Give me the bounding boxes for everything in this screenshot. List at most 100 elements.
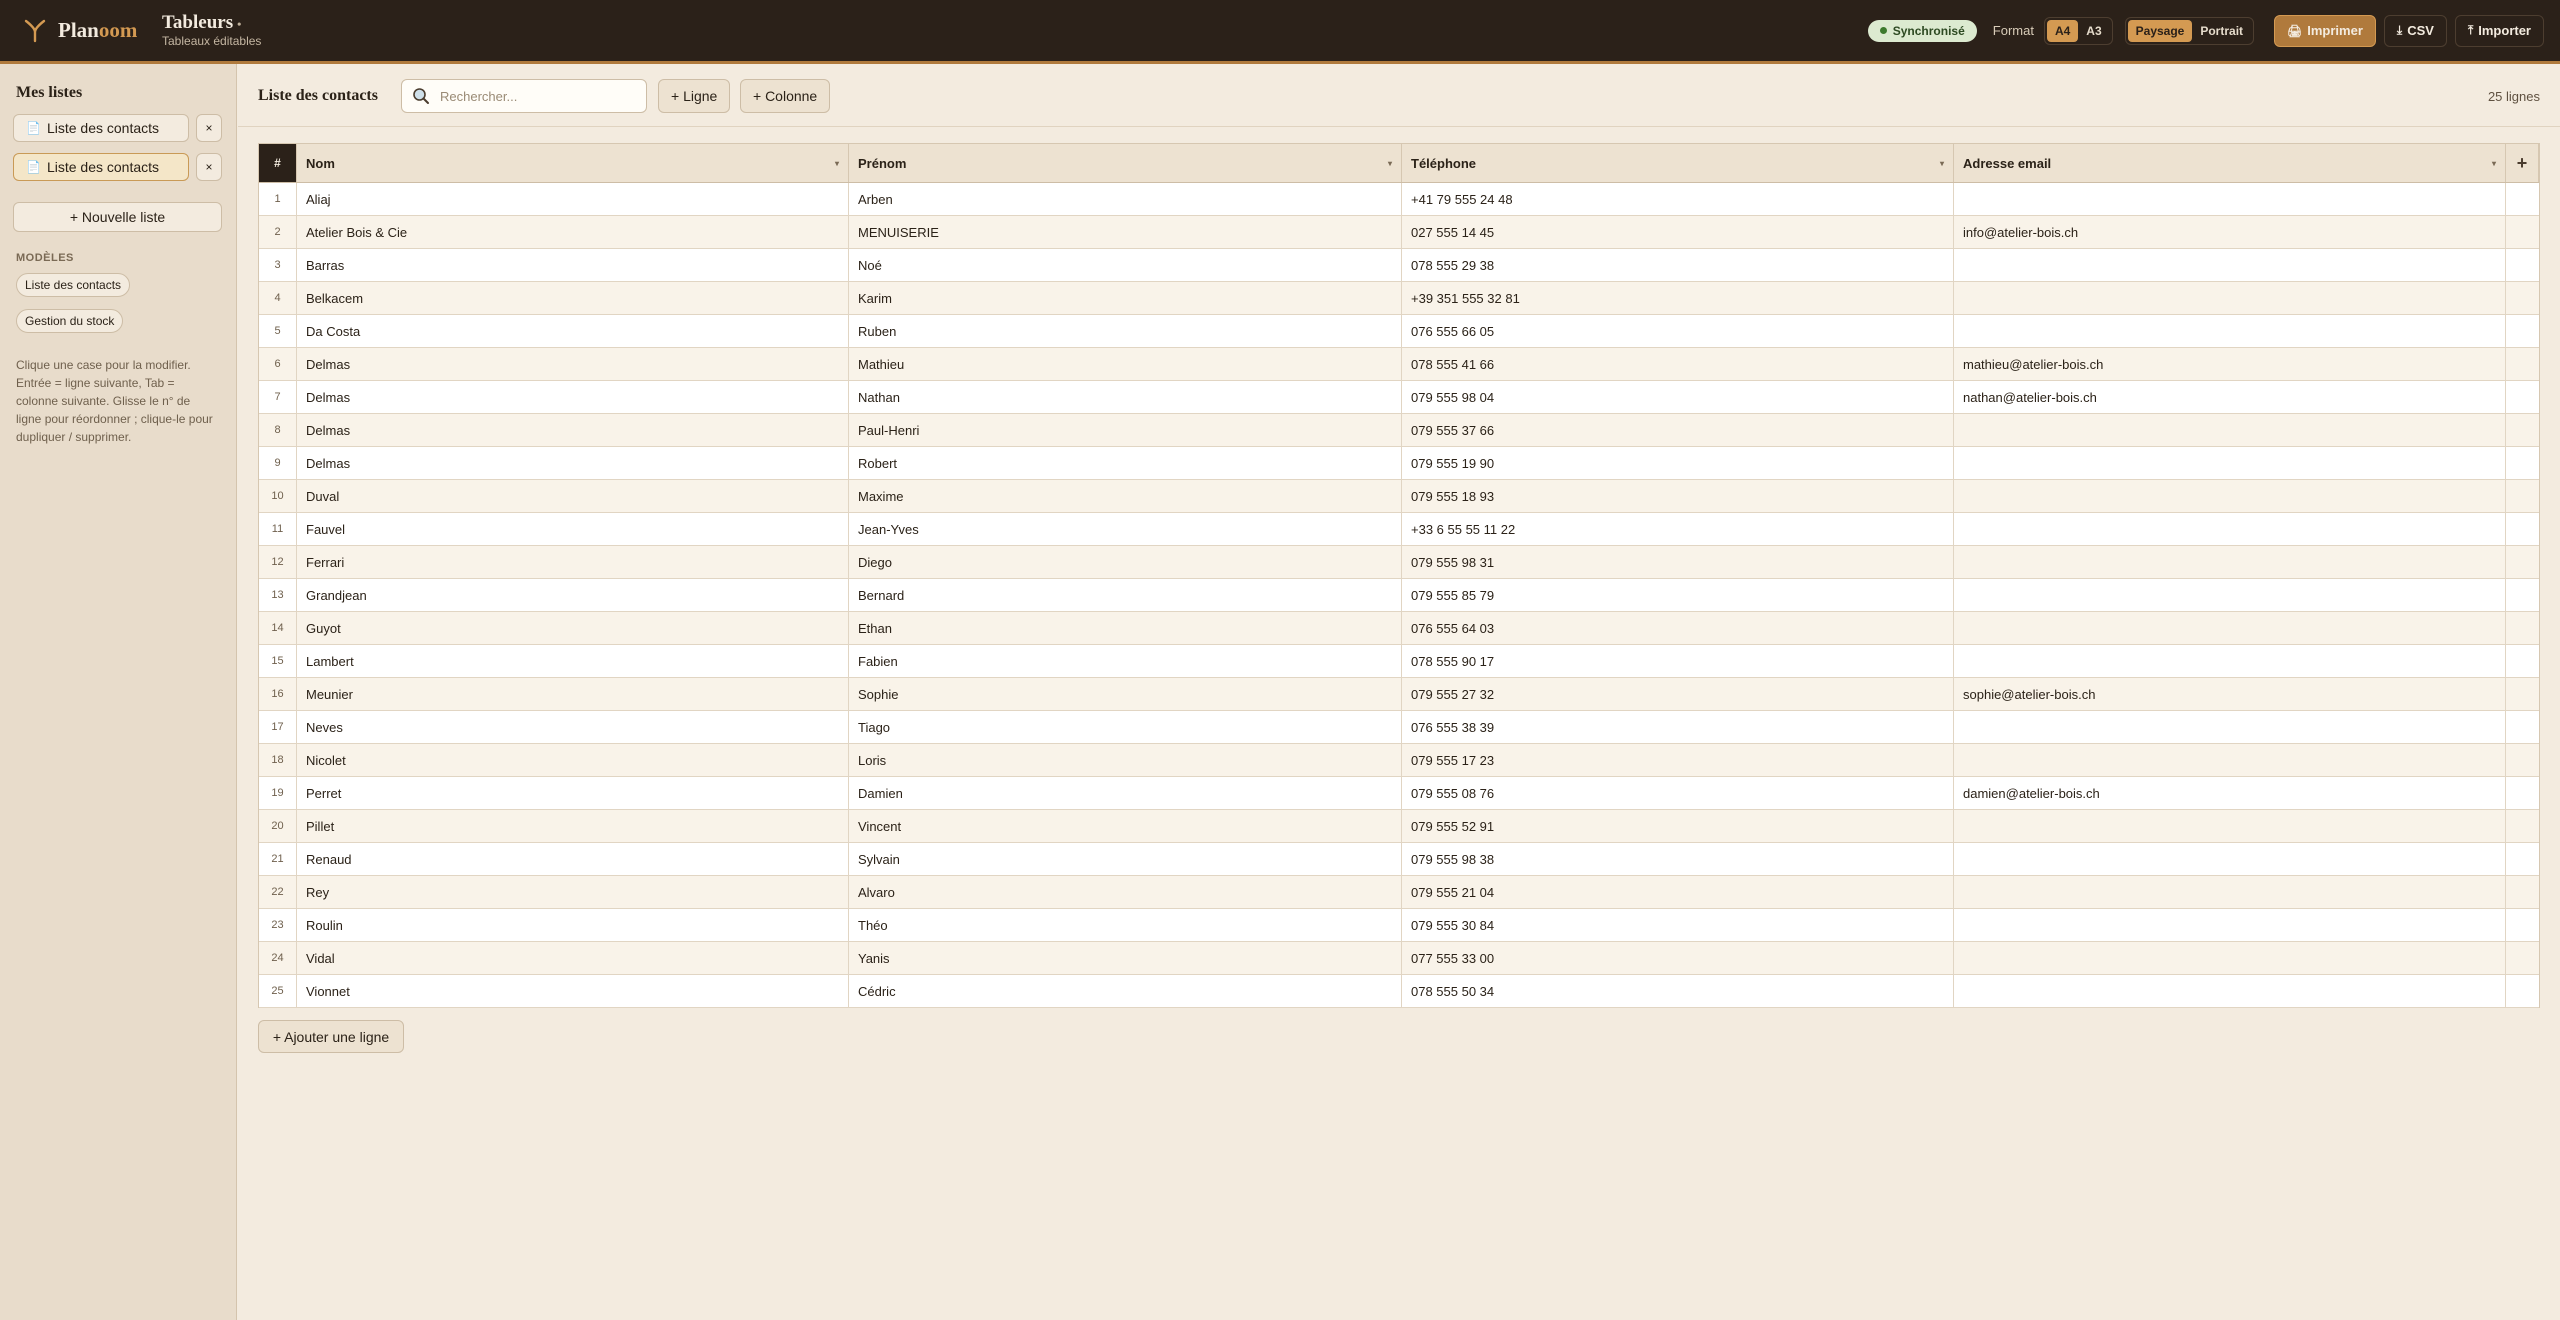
add-column-button[interactable]: + Colonne [740, 79, 831, 113]
cell-nom[interactable]: Delmas [297, 381, 849, 413]
cell-prenom[interactable]: Ruben [849, 315, 1402, 347]
new-list-button[interactable]: + Nouvelle liste [13, 202, 222, 232]
cell-email[interactable] [1954, 282, 2506, 314]
cell-nom[interactable]: Vionnet [297, 975, 849, 1007]
cell-nom[interactable]: Roulin [297, 909, 849, 941]
cell-nom[interactable]: Aliaj [297, 183, 849, 215]
row-number-handle[interactable]: 5 [259, 315, 297, 347]
row-number-handle[interactable]: 21 [259, 843, 297, 875]
column-header-prenom[interactable]: Prénom ▾ [849, 144, 1402, 182]
row-number-handle[interactable]: 24 [259, 942, 297, 974]
cell-prenom[interactable]: Yanis [849, 942, 1402, 974]
cell-prenom[interactable]: Ethan [849, 612, 1402, 644]
cell-telephone[interactable]: 079 555 37 66 [1402, 414, 1954, 446]
cell-telephone[interactable]: 078 555 41 66 [1402, 348, 1954, 380]
cell-nom[interactable]: Rey [297, 876, 849, 908]
cell-telephone[interactable]: 079 555 21 04 [1402, 876, 1954, 908]
cell-telephone[interactable]: 076 555 38 39 [1402, 711, 1954, 743]
cell-telephone[interactable]: 078 555 90 17 [1402, 645, 1954, 677]
row-number-handle[interactable]: 6 [259, 348, 297, 380]
column-header-nom[interactable]: Nom ▾ [297, 144, 849, 182]
cell-nom[interactable]: Grandjean [297, 579, 849, 611]
template-chip-contacts[interactable]: Liste des contacts [16, 273, 131, 297]
row-number-handle[interactable]: 17 [259, 711, 297, 743]
cell-telephone[interactable]: 078 555 50 34 [1402, 975, 1954, 1007]
cell-prenom[interactable]: Diego [849, 546, 1402, 578]
cell-prenom[interactable]: Bernard [849, 579, 1402, 611]
delete-list-button[interactable]: × [196, 153, 222, 181]
cell-email[interactable]: nathan@atelier-bois.ch [1954, 381, 2506, 413]
row-number-handle[interactable]: 12 [259, 546, 297, 578]
cell-telephone[interactable]: 079 555 19 90 [1402, 447, 1954, 479]
column-header-telephone[interactable]: Téléphone ▾ [1402, 144, 1954, 182]
cell-nom[interactable]: Nicolet [297, 744, 849, 776]
cell-prenom[interactable]: Mathieu [849, 348, 1402, 380]
sidebar-list-item[interactable]: 📄 Liste des contacts [13, 114, 189, 142]
orientation-portrait-option[interactable]: Portrait [2192, 20, 2251, 42]
row-number-handle[interactable]: 13 [259, 579, 297, 611]
cell-telephone[interactable]: +39 351 555 32 81 [1402, 282, 1954, 314]
row-number-handle[interactable]: 14 [259, 612, 297, 644]
cell-nom[interactable]: Delmas [297, 348, 849, 380]
row-number-handle[interactable]: 16 [259, 678, 297, 710]
brand-logo[interactable]: Planoom [24, 18, 152, 43]
cell-telephone[interactable]: 076 555 64 03 [1402, 612, 1954, 644]
search-box[interactable] [401, 79, 647, 113]
cell-prenom[interactable]: Tiago [849, 711, 1402, 743]
cell-email[interactable]: mathieu@atelier-bois.ch [1954, 348, 2506, 380]
cell-prenom[interactable]: Jean-Yves [849, 513, 1402, 545]
cell-email[interactable] [1954, 711, 2506, 743]
add-row-button[interactable]: + Ligne [658, 79, 731, 113]
cell-prenom[interactable]: Karim [849, 282, 1402, 314]
row-number-handle[interactable]: 20 [259, 810, 297, 842]
cell-prenom[interactable]: Paul-Henri [849, 414, 1402, 446]
cell-email[interactable] [1954, 843, 2506, 875]
cell-telephone[interactable]: +41 79 555 24 48 [1402, 183, 1954, 215]
cell-prenom[interactable]: Théo [849, 909, 1402, 941]
sort-caret-icon[interactable]: ▾ [1388, 159, 1392, 168]
cell-nom[interactable]: Delmas [297, 447, 849, 479]
cell-prenom[interactable]: Robert [849, 447, 1402, 479]
cell-nom[interactable]: Belkacem [297, 282, 849, 314]
sort-caret-icon[interactable]: ▾ [1940, 159, 1944, 168]
cell-telephone[interactable]: 079 555 18 93 [1402, 480, 1954, 512]
cell-prenom[interactable]: Arben [849, 183, 1402, 215]
cell-telephone[interactable]: 079 555 98 04 [1402, 381, 1954, 413]
cell-email[interactable] [1954, 315, 2506, 347]
cell-email[interactable] [1954, 513, 2506, 545]
cell-nom[interactable]: Fauvel [297, 513, 849, 545]
add-column-icon[interactable]: + [2506, 144, 2539, 182]
cell-email[interactable] [1954, 975, 2506, 1007]
cell-telephone[interactable]: 027 555 14 45 [1402, 216, 1954, 248]
cell-email[interactable] [1954, 744, 2506, 776]
cell-prenom[interactable]: Noé [849, 249, 1402, 281]
sort-caret-icon[interactable]: ▾ [2492, 159, 2496, 168]
row-number-handle[interactable]: 11 [259, 513, 297, 545]
cell-nom[interactable]: Atelier Bois & Cie [297, 216, 849, 248]
cell-telephone[interactable]: 076 555 66 05 [1402, 315, 1954, 347]
cell-nom[interactable]: Lambert [297, 645, 849, 677]
cell-nom[interactable]: Pillet [297, 810, 849, 842]
cell-prenom[interactable]: Sylvain [849, 843, 1402, 875]
cell-telephone[interactable]: 079 555 52 91 [1402, 810, 1954, 842]
cell-email[interactable] [1954, 447, 2506, 479]
template-chip-stock[interactable]: Gestion du stock [16, 309, 124, 333]
row-number-handle[interactable]: 22 [259, 876, 297, 908]
cell-nom[interactable]: Ferrari [297, 546, 849, 578]
row-number-handle[interactable]: 2 [259, 216, 297, 248]
row-number-handle[interactable]: 8 [259, 414, 297, 446]
cell-prenom[interactable]: Alvaro [849, 876, 1402, 908]
row-number-handle[interactable]: 3 [259, 249, 297, 281]
cell-nom[interactable]: Guyot [297, 612, 849, 644]
column-header-email[interactable]: Adresse email ▾ [1954, 144, 2506, 182]
cell-prenom[interactable]: Vincent [849, 810, 1402, 842]
import-button[interactable]: ⤒ Importer [2454, 14, 2544, 47]
cell-prenom[interactable]: Loris [849, 744, 1402, 776]
sort-caret-icon[interactable]: ▾ [835, 159, 839, 168]
row-number-handle[interactable]: 9 [259, 447, 297, 479]
cell-nom[interactable]: Barras [297, 249, 849, 281]
cell-telephone[interactable]: 079 555 98 31 [1402, 546, 1954, 578]
add-row-bottom-button[interactable]: + Ajouter une ligne [258, 1020, 404, 1053]
row-number-handle[interactable]: 10 [259, 480, 297, 512]
sidebar-list-item-active[interactable]: 📄 Liste des contacts [13, 153, 189, 181]
